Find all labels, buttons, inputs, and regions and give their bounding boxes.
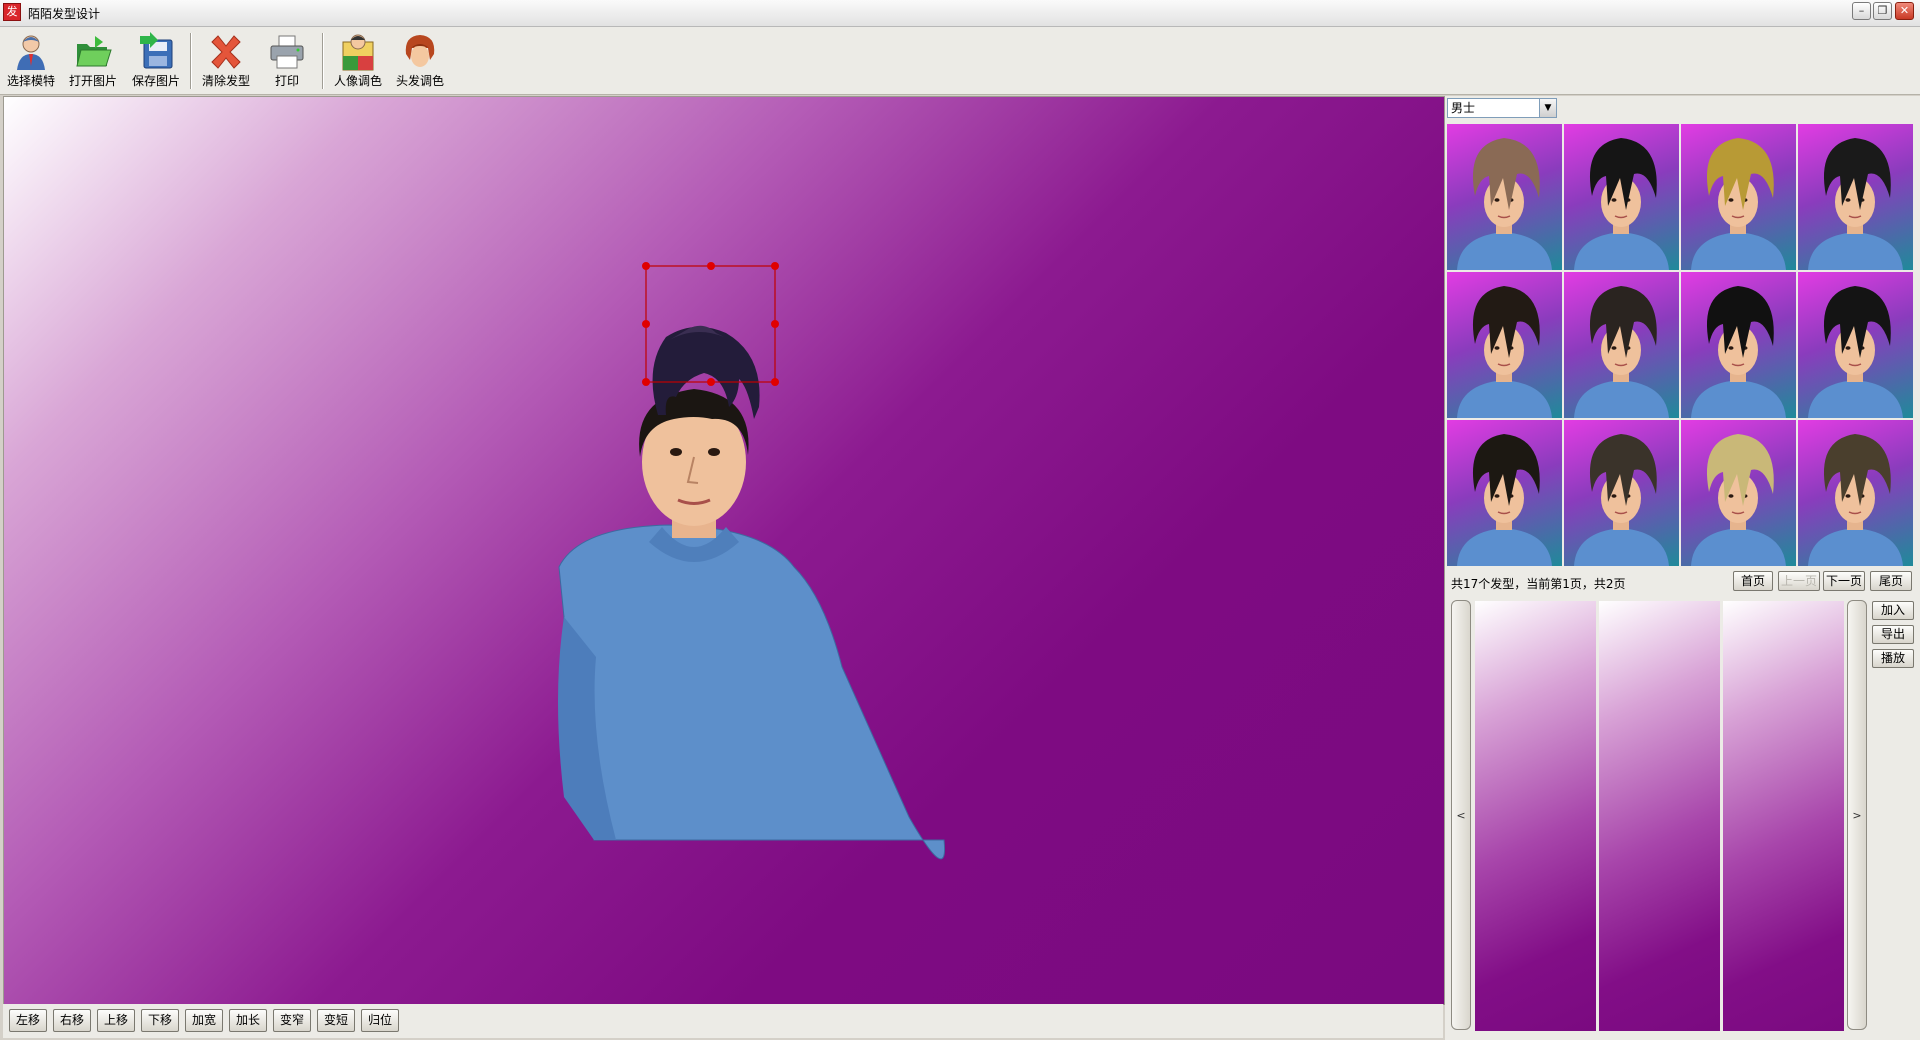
close-button[interactable]: ✕ <box>1895 2 1914 20</box>
maximize-button[interactable]: ❐ <box>1873 2 1892 20</box>
category-select[interactable]: 男士 ▼ <box>1447 98 1557 118</box>
clear-hairstyle-button[interactable]: 清除发型 <box>198 32 254 92</box>
hair-head-icon <box>405 35 435 67</box>
portrait-palette-icon <box>342 34 374 71</box>
delete-x-icon <box>211 35 241 69</box>
next-page-button[interactable]: 下一页 <box>1823 571 1865 591</box>
lengthen-button[interactable]: 加长 <box>229 1009 267 1032</box>
printer-icon <box>270 35 304 69</box>
strip-slot[interactable] <box>1599 601 1720 1031</box>
model-thumbnail-art <box>1691 434 1786 566</box>
print-label: 打印 <box>274 74 299 88</box>
hair-color-label: 头发调色 <box>395 74 444 88</box>
hairstyle-thumbnail[interactable] <box>1447 420 1562 566</box>
category-selected-value: 男士 <box>1451 101 1476 115</box>
window-title: 陌陌发型设计 <box>28 7 101 21</box>
toolbar-divider <box>190 33 192 89</box>
select-model-label: 选择模特 <box>6 74 55 88</box>
strip-slot[interactable] <box>1475 601 1596 1031</box>
move-left-button[interactable]: 左移 <box>9 1009 47 1032</box>
model-thumbnail-art <box>1691 138 1786 270</box>
hairstyle-thumbnail[interactable] <box>1447 272 1562 418</box>
move-right-button[interactable]: 右移 <box>53 1009 91 1032</box>
title-bar: 发 陌陌发型设计 – ❐ ✕ <box>0 0 1920 27</box>
export-button[interactable]: 导出 <box>1872 625 1914 644</box>
model-thumbnail-art <box>1574 286 1669 418</box>
model-thumbnail-art <box>1457 434 1552 566</box>
hairstyle-thumbnail[interactable] <box>1564 420 1679 566</box>
narrow-button[interactable]: 变窄 <box>273 1009 311 1032</box>
pager-info: 共17个发型，当前第1页，共2页 <box>1451 577 1626 591</box>
clear-hairstyle-label: 清除发型 <box>201 74 250 88</box>
hairstyle-thumbnail[interactable] <box>1681 124 1796 270</box>
model-thumbnail-art <box>1808 138 1903 270</box>
hair-color-button[interactable]: 头发调色 <box>392 32 448 92</box>
save-disk-icon <box>140 32 173 69</box>
model-thumbnail-art <box>1808 286 1903 418</box>
first-page-button[interactable]: 首页 <box>1733 571 1773 591</box>
toolbar: 选择模特 打开图片 保存图片 清除发型 打印 人像调色 头发调色 <box>0 27 1920 95</box>
app-icon: 发 <box>3 3 21 21</box>
strip-scroll-right[interactable]: > <box>1847 600 1867 1030</box>
model-thumbnail-art <box>1457 286 1552 418</box>
hairstyle-thumbnail[interactable] <box>1564 272 1679 418</box>
model-figure[interactable] <box>558 389 946 860</box>
canvas-artwork <box>558 262 946 860</box>
portrait-color-label: 人像调色 <box>333 74 382 88</box>
design-canvas[interactable] <box>3 96 1445 1005</box>
prev-page-button[interactable]: 上一页 <box>1778 571 1820 591</box>
model-thumbnail-art <box>1691 286 1786 418</box>
adjust-toolbar: 左移 右移 上移 下移 加宽 加长 变窄 变短 归位 <box>3 1004 1443 1038</box>
hairstyle-thumbnail[interactable] <box>1681 420 1796 566</box>
reset-position-button[interactable]: 归位 <box>361 1009 399 1032</box>
chevron-down-icon[interactable]: ▼ <box>1539 99 1556 117</box>
open-image-button[interactable]: 打开图片 <box>68 32 118 92</box>
portrait-color-button[interactable]: 人像调色 <box>330 32 386 92</box>
last-page-button[interactable]: 尾页 <box>1870 571 1912 591</box>
strip-scroll-left[interactable]: < <box>1451 600 1471 1030</box>
folder-open-icon <box>76 36 112 67</box>
print-button[interactable]: 打印 <box>264 32 310 92</box>
move-up-button[interactable]: 上移 <box>97 1009 135 1032</box>
model-thumbnail-art <box>1574 138 1669 270</box>
toolbar-divider <box>322 33 324 89</box>
add-button[interactable]: 加入 <box>1872 601 1914 620</box>
open-image-label: 打开图片 <box>68 74 117 88</box>
shorten-button[interactable]: 变短 <box>317 1009 355 1032</box>
hairstyle-thumbnail[interactable] <box>1447 124 1562 270</box>
select-model-button[interactable]: 选择模特 <box>6 32 56 92</box>
person-icon <box>17 35 45 70</box>
hairstyle-thumbnail[interactable] <box>1798 124 1913 270</box>
hairstyle-thumbnail[interactable] <box>1681 272 1796 418</box>
model-thumbnail-art <box>1808 434 1903 566</box>
strip-slot[interactable] <box>1723 601 1844 1031</box>
hairstyle-thumbnail[interactable] <box>1798 272 1913 418</box>
play-button[interactable]: 播放 <box>1872 649 1914 668</box>
hairstyle-thumbnail[interactable] <box>1798 420 1913 566</box>
model-thumbnail-art <box>1574 434 1669 566</box>
save-image-label: 保存图片 <box>131 74 180 88</box>
move-down-button[interactable]: 下移 <box>141 1009 179 1032</box>
hairstyle-thumbnail[interactable] <box>1564 124 1679 270</box>
widen-button[interactable]: 加宽 <box>185 1009 223 1032</box>
save-image-button[interactable]: 保存图片 <box>130 32 182 92</box>
minimize-button[interactable]: – <box>1852 2 1871 20</box>
model-thumbnail-art <box>1457 138 1552 270</box>
hairstyle-grid <box>1447 124 1915 568</box>
